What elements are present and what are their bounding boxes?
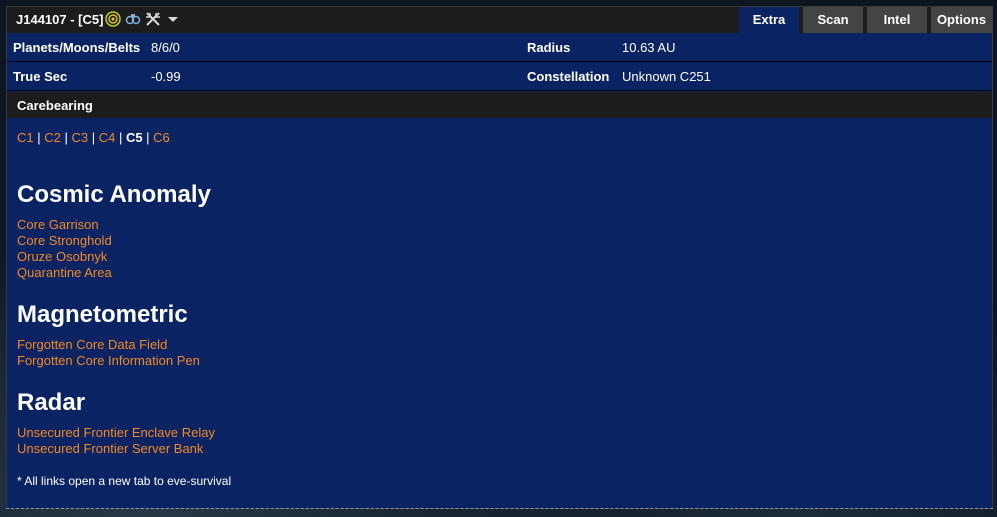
crossed-swords-icon[interactable] [145, 11, 161, 27]
site-link[interactable]: Quarantine Area [17, 265, 112, 281]
site-link[interactable]: Unsecured Frontier Enclave Relay [17, 425, 215, 441]
class-link-c2[interactable]: C2 [44, 130, 61, 145]
site-link[interactable]: Core Garrison [17, 217, 112, 233]
footnote: * All links open a new tab to eve-surviv… [17, 474, 232, 488]
wormhole-class-links: C1 | C2 | C3 | C4 | C5 | C6 [17, 130, 170, 145]
class-current-c5: C5 [125, 130, 143, 145]
constellation-value: Unknown C251 [622, 69, 711, 84]
separator: | [142, 130, 154, 145]
planets-label: Planets/Moons/Belts [13, 40, 141, 55]
tab-options[interactable]: Options [931, 7, 992, 33]
category-heading-cosmic-anomaly: Cosmic Anomaly [17, 181, 211, 208]
section-title: Carebearing [17, 98, 93, 113]
planets-value: 8/6/0 [151, 40, 180, 55]
truesec-value: -0.99 [151, 69, 181, 84]
magnetometric-site-list: Forgotten Core Data Field Forgotten Core… [17, 337, 200, 369]
site-link[interactable]: Forgotten Core Data Field [17, 337, 200, 353]
info-row-2: True Sec -0.99 Constellation Unknown C25… [7, 62, 992, 91]
category-heading-magnetometric: Magnetometric [17, 301, 188, 328]
constellation-label: Constellation [527, 69, 610, 84]
panel-bottom-divider [6, 508, 993, 509]
separator: | [88, 130, 99, 145]
separator: | [33, 130, 45, 145]
site-link[interactable]: Forgotten Core Information Pen [17, 353, 200, 369]
category-heading-radar: Radar [17, 389, 86, 416]
radius-label: Radius [527, 40, 571, 55]
truesec-label: True Sec [13, 69, 68, 84]
class-link-c4[interactable]: C4 [99, 130, 116, 145]
radar-site-list: Unsecured Frontier Enclave Relay Unsecur… [17, 425, 215, 457]
tab-bar: Extra Scan Intel Options [739, 7, 992, 33]
tab-extra[interactable]: Extra [739, 7, 799, 33]
title-bar[interactable]: J144107 - [C5] Extra Scan Intel Options [7, 7, 992, 33]
class-link-c6[interactable]: C6 [153, 130, 170, 145]
info-row-1: Planets/Moons/Belts 8/6/0 Radius 10.63 A… [7, 33, 992, 62]
dropdown-arrow-icon[interactable] [165, 11, 181, 27]
tab-scan[interactable]: Scan [803, 7, 863, 33]
class-link-c3[interactable]: C3 [71, 130, 88, 145]
site-link[interactable]: Oruze Osobnyk [17, 249, 112, 265]
class-link-c1[interactable]: C1 [17, 130, 34, 145]
system-info-panel: J144107 - [C5] Extra Scan Intel Options … [6, 6, 993, 509]
radius-value: 10.63 AU [622, 40, 676, 55]
site-link[interactable]: Unsecured Frontier Server Bank [17, 441, 215, 457]
site-link[interactable]: Core Stronghold [17, 233, 112, 249]
cosmic-anomaly-site-list: Core Garrison Core Stronghold Oruze Osob… [17, 217, 112, 281]
sun-effect-icon[interactable] [105, 11, 121, 27]
separator: | [60, 130, 72, 145]
binoculars-icon[interactable] [125, 11, 141, 27]
separator: | [115, 130, 126, 145]
tab-intel[interactable]: Intel [867, 7, 927, 33]
carebearing-header: Carebearing [7, 92, 992, 118]
system-title: J144107 - [C5] [16, 12, 104, 27]
